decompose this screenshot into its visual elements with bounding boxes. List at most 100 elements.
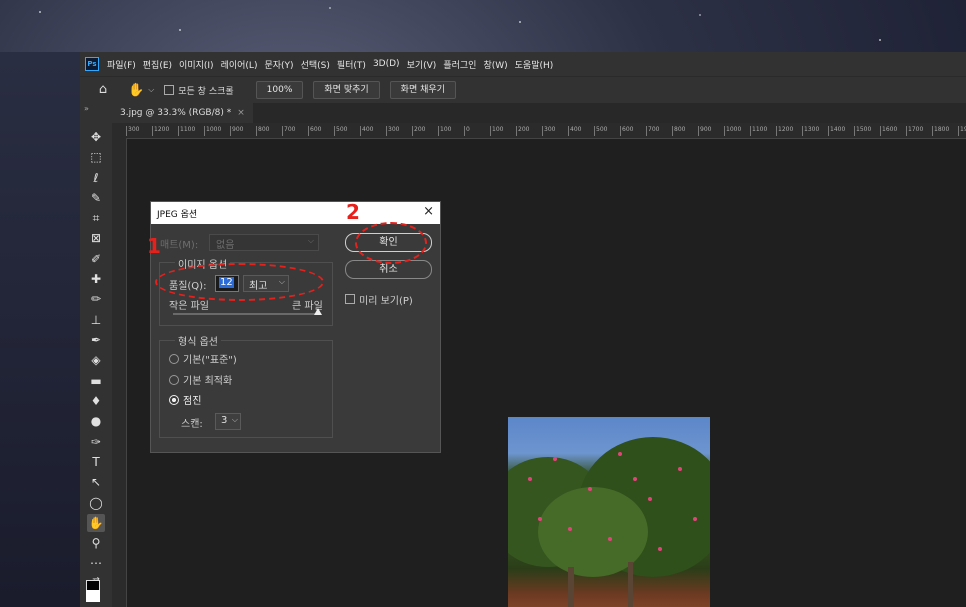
chevron-down-icon: ⌵ (307, 236, 314, 245)
flower-dot (588, 487, 592, 491)
ruler-tick: 1200 (152, 126, 169, 136)
hand-tool-icon[interactable]: ✋ (128, 83, 144, 98)
preview-checkbox[interactable] (345, 294, 355, 304)
menu-select[interactable]: 선택(S) (301, 58, 330, 71)
document-tab[interactable]: 3.jpg @ 33.3% (RGB/8) * × (112, 103, 253, 123)
flower-dot (608, 537, 612, 541)
ruler-tick: 500 (594, 126, 607, 136)
move-tool-icon[interactable]: ✥ (87, 128, 105, 146)
menu-image[interactable]: 이미지(I) (179, 58, 214, 71)
annotation-step-2: 2 (346, 200, 360, 224)
ruler-tick: 300 (126, 126, 139, 136)
lasso-tool-icon[interactable]: ℓ (87, 169, 105, 187)
ruler-tick: 1600 (880, 126, 897, 136)
ruler-tick: 400 (568, 126, 581, 136)
radio-baseline-optimized[interactable] (169, 375, 179, 385)
ruler-tick: 1000 (724, 126, 741, 136)
frame-tool-icon[interactable]: ⊠ (87, 229, 105, 247)
flower-dot (658, 547, 662, 551)
menu-view[interactable]: 보기(V) (407, 58, 437, 71)
quick-select-tool-icon[interactable]: ✎ (87, 189, 105, 207)
progressive-label: 점진 (183, 396, 202, 407)
menu-layer[interactable]: 레이어(L) (221, 58, 258, 71)
zoom-tool-icon[interactable]: ⚲ (87, 534, 105, 552)
hand-tool-icon[interactable]: ✋ (87, 514, 105, 532)
menu-window[interactable]: 창(W) (483, 58, 507, 71)
scan-label: 스캔: (181, 419, 203, 430)
ruler-tick: 1200 (776, 126, 793, 136)
ruler-tick: 500 (334, 126, 347, 136)
flower-dot (678, 467, 682, 471)
ruler-corner (112, 123, 126, 138)
path-selection-tool-icon[interactable]: ↖ (87, 473, 105, 491)
close-tab-icon[interactable]: × (237, 108, 245, 118)
menu-file[interactable]: 파일(F) (107, 58, 136, 71)
menu-help[interactable]: 도움말(H) (515, 58, 554, 71)
fill-screen-button[interactable]: 화면 채우기 (389, 81, 456, 99)
blur-tool-icon[interactable]: ♦ (87, 392, 105, 410)
tree-trunk (568, 567, 574, 607)
matte-label: 매트(M): (160, 240, 199, 251)
tree-trunk (628, 562, 633, 607)
ruler-tick: 1700 (906, 126, 923, 136)
horizontal-ruler[interactable]: 300 1200 1100 1000 900 800 700 600 500 400 300 200 1… (126, 123, 966, 139)
flower-dot (693, 517, 697, 521)
collapse-panel-icon[interactable]: » (84, 104, 89, 113)
ruler-tick: 800 (256, 126, 269, 136)
ruler-tick: 300 (386, 126, 399, 136)
ruler-tick: 1800 (932, 126, 949, 136)
radio-progressive[interactable] (169, 395, 179, 405)
fit-screen-button[interactable]: 화면 맞추기 (313, 81, 380, 99)
ruler-tick: 1100 (750, 126, 767, 136)
clone-stamp-tool-icon[interactable]: ⊥ (87, 311, 105, 329)
preview-label: 미리 보기(P) (359, 296, 413, 307)
scroll-all-checkbox[interactable] (164, 85, 175, 95)
vertical-ruler[interactable] (112, 138, 127, 607)
menu-3d[interactable]: 3D(D) (373, 59, 400, 69)
ruler-tick: 900 (230, 126, 243, 136)
more-tools-icon[interactable]: ⋯ (87, 554, 105, 572)
eyedropper-tool-icon[interactable]: ✐ (87, 250, 105, 268)
quality-slider-track[interactable] (173, 313, 321, 315)
eraser-tool-icon[interactable]: ◈ (87, 351, 105, 369)
ruler-tick: 1400 (828, 126, 845, 136)
zoom-100-button[interactable]: 100% (255, 81, 304, 99)
background-color-swatch[interactable] (86, 590, 100, 602)
home-icon[interactable]: ⌂ (96, 83, 110, 97)
chevron-down-icon[interactable]: ⌵ (148, 85, 154, 95)
ruler-tick: 800 (672, 126, 685, 136)
dodge-tool-icon[interactable]: ● (87, 412, 105, 430)
ruler-tick: 1300 (802, 126, 819, 136)
ruler-tick: 700 (282, 126, 295, 136)
pen-tool-icon[interactable]: ✑ (87, 433, 105, 451)
dialog-title-bar[interactable]: JPEG 옵션 × (151, 202, 440, 224)
healing-brush-tool-icon[interactable]: ✚ (87, 270, 105, 288)
dialog-title: JPEG 옵션 (157, 210, 198, 220)
annotation-step-1: 1 (147, 234, 161, 258)
ellipse-tool-icon[interactable]: ◯ (87, 494, 105, 512)
small-file-label: 작은 파일 (169, 301, 209, 312)
menu-type[interactable]: 문자(Y) (264, 58, 293, 71)
ruler-tick: 400 (360, 126, 373, 136)
menu-edit[interactable]: 편집(E) (143, 58, 172, 71)
scan-select[interactable]: 3 ⌵ (215, 413, 241, 430)
radio-baseline-standard[interactable] (169, 354, 179, 364)
matte-select: 없음 ⌵ (209, 234, 319, 251)
close-icon[interactable]: × (423, 204, 434, 220)
ruler-tick: 1000 (204, 126, 221, 136)
marquee-tool-icon[interactable]: ⬚ (87, 148, 105, 166)
flower-dot (633, 477, 637, 481)
history-brush-tool-icon[interactable]: ✒ (87, 331, 105, 349)
type-tool-icon[interactable]: T (87, 453, 105, 471)
baseline-standard-label: 기본("표준") (183, 355, 237, 366)
ruler-tick: 900 (698, 126, 711, 136)
ruler-tick: 0 (464, 126, 470, 136)
ruler-tick: 200 (516, 126, 529, 136)
menu-filter[interactable]: 필터(T) (337, 58, 366, 71)
gradient-tool-icon[interactable]: ▬ (87, 372, 105, 390)
ruler-tick: 300 (542, 126, 555, 136)
crop-tool-icon[interactable]: ⌗ (87, 209, 105, 227)
brush-tool-icon[interactable]: ✏ (87, 290, 105, 308)
quality-slider-thumb[interactable] (314, 308, 322, 315)
menu-plugins[interactable]: 플러그인 (443, 58, 476, 71)
